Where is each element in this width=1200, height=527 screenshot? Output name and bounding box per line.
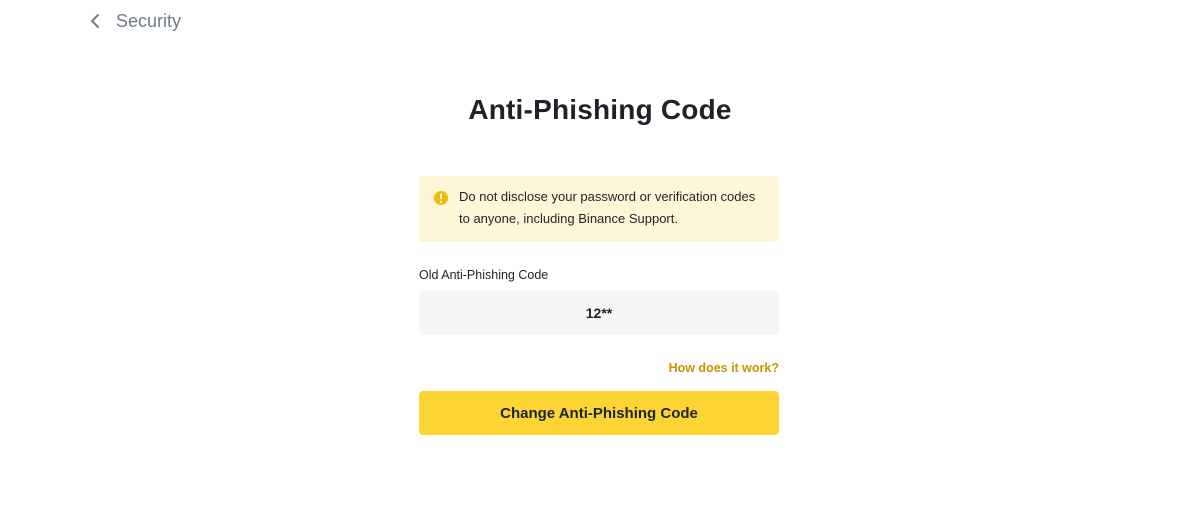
anti-phishing-page: Security Anti-Phishing Code Do not discl… bbox=[0, 0, 1200, 527]
anti-phishing-panel: Do not disclose your password or verific… bbox=[419, 176, 779, 435]
help-row: How does it work? bbox=[419, 359, 779, 375]
exclamation-circle-icon bbox=[433, 190, 449, 206]
warning-text: Do not disclose your password or verific… bbox=[459, 189, 756, 226]
chevron-left-icon bbox=[90, 12, 104, 30]
back-to-security-link[interactable]: Security bbox=[90, 8, 181, 34]
security-warning: Do not disclose your password or verific… bbox=[419, 176, 779, 242]
change-anti-phishing-code-button[interactable]: Change Anti-Phishing Code bbox=[419, 391, 779, 435]
back-link-label: Security bbox=[116, 10, 182, 31]
old-code-field[interactable] bbox=[419, 291, 779, 335]
page-title: Anti-Phishing Code bbox=[468, 94, 732, 125]
old-code-label: Old Anti-Phishing Code bbox=[419, 268, 549, 282]
how-does-it-work-link[interactable]: How does it work? bbox=[669, 361, 779, 375]
